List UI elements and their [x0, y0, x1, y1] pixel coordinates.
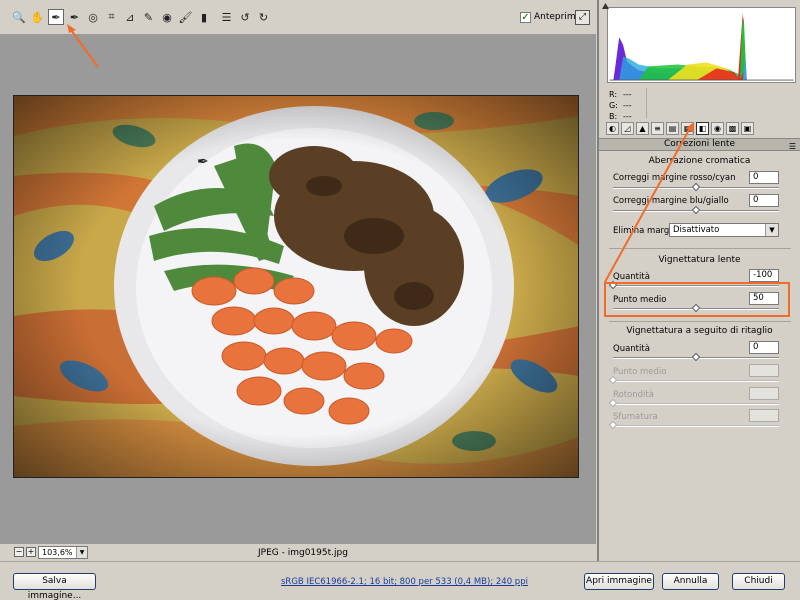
- blue-value: ---: [623, 112, 632, 121]
- tab-detail-icon[interactable]: ▲: [636, 122, 649, 135]
- red-eye-tool-icon[interactable]: ◉: [159, 9, 175, 25]
- postcrop-amount-label: Quantità: [613, 344, 650, 354]
- divider: [646, 88, 647, 118]
- toolbar: 🔍 ✋ ✒ ✒ ◎ ⌗ ⊿ ✎ ◉ 🖌 ▮ ☰ ↺ ↻ ✓ Anteprima ⤢: [0, 0, 596, 34]
- postcrop-midpoint-input: [749, 364, 779, 377]
- section-title: Correzioni lente: [664, 139, 735, 149]
- defringe-value: Disattivato: [673, 225, 720, 235]
- defringe-select[interactable]: Disattivato ▼: [669, 223, 779, 237]
- slider-thumb: [608, 375, 618, 385]
- tab-split-toning-icon[interactable]: ▤: [666, 122, 679, 135]
- post-crop-vignetting-title: Vignettatura a seguito di ritaglio: [626, 326, 773, 336]
- blue-yellow-label: Correggi margine blu/giallo: [613, 196, 729, 206]
- svg-text:✒: ✒: [197, 154, 209, 170]
- open-image-button[interactable]: Apri immagine: [584, 573, 654, 590]
- tab-tone-curve-icon[interactable]: ◿: [621, 122, 634, 135]
- vignette-amount-label: Quantità: [613, 272, 650, 282]
- preview-image: ✒: [13, 95, 579, 478]
- triangle-up-icon[interactable]: [602, 3, 609, 10]
- adjustments-panel: R: --- G: --- B: --- ◐ ◿ ▲ ≡ ▤ ▦ ◧ ◉ ▩ ▣ Co…: [597, 0, 800, 561]
- section-header: Correzioni lente ☰: [599, 138, 800, 151]
- tab-lens-corrections-active-icon[interactable]: ◧: [696, 122, 709, 135]
- vignette-midpoint-slider[interactable]: [613, 303, 779, 313]
- red-cyan-input[interactable]: 0: [749, 171, 779, 184]
- tab-camera-calibration-icon[interactable]: ◉: [711, 122, 724, 135]
- chevron-down-icon: ▼: [76, 547, 87, 558]
- tab-hsl-icon[interactable]: ≡: [651, 122, 664, 135]
- fullscreen-toggle-icon[interactable]: ⤢: [575, 10, 590, 25]
- workflow-options-link[interactable]: sRGB IEC61966-2.1; 16 bit; 800 per 533 (…: [281, 577, 528, 587]
- postcrop-feather-slider: [608, 420, 779, 430]
- status-bar: − + 103,6% ▼ JPEG - img0195t.jpg: [0, 544, 596, 561]
- tab-basic-icon[interactable]: ◐: [606, 122, 619, 135]
- postcrop-roundness-label: Rotondità: [613, 390, 654, 400]
- target-adjustment-tool-icon[interactable]: ◎: [85, 9, 101, 25]
- zoom-tool-icon[interactable]: 🔍: [11, 9, 27, 25]
- tab-snapshots-icon[interactable]: ▣: [741, 122, 754, 135]
- zoom-out-button[interactable]: −: [14, 547, 24, 557]
- postcrop-midpoint-label: Punto medio: [613, 367, 667, 377]
- vignette-midpoint-input[interactable]: 50: [749, 292, 779, 305]
- preview-checkbox[interactable]: ✓: [520, 12, 531, 23]
- adjustment-brush-tool-icon[interactable]: 🖌: [178, 9, 194, 25]
- zoom-level-value: 103,6%: [42, 548, 73, 557]
- chevron-down-icon: ▼: [765, 224, 778, 236]
- crop-tool-icon[interactable]: ⌗: [104, 9, 120, 25]
- bottom-bar: Salva immagine... sRGB IEC61966-2.1; 16 …: [0, 561, 800, 600]
- slider-thumb[interactable]: [691, 182, 701, 192]
- slider-thumb: [608, 398, 618, 408]
- preferences-tool-icon[interactable]: ☰: [219, 9, 235, 25]
- postcrop-amount-input[interactable]: 0: [749, 341, 779, 354]
- divider: [609, 321, 791, 322]
- blue-yellow-input[interactable]: 0: [749, 194, 779, 207]
- zoom-level-select[interactable]: 103,6% ▼: [38, 546, 88, 559]
- blue-yellow-slider[interactable]: [613, 205, 779, 215]
- file-name: JPEG - img0195t.jpg: [258, 548, 348, 558]
- red-value: ---: [623, 90, 632, 99]
- divider: [609, 248, 791, 249]
- lens-vignetting-title: Vignettatura lente: [658, 255, 741, 265]
- vignette-midpoint-label: Punto medio: [613, 295, 667, 305]
- done-button[interactable]: Chiudi: [732, 573, 785, 590]
- histogram: [607, 7, 796, 83]
- hand-tool-icon[interactable]: ✋: [30, 9, 46, 25]
- red-cyan-label: Correggi margine rosso/cyan: [613, 173, 736, 183]
- tab-lens-corrections-icon[interactable]: ▦: [681, 122, 694, 135]
- chromatic-aberration-title: Aberrazione cromatica: [648, 156, 751, 166]
- postcrop-roundness-input: [749, 387, 779, 400]
- spot-removal-tool-icon[interactable]: ✎: [141, 9, 157, 25]
- green-value: ---: [623, 101, 632, 110]
- white-balance-tool-icon[interactable]: ✒: [48, 9, 64, 25]
- save-image-button[interactable]: Salva immagine...: [13, 573, 96, 600]
- slider-thumb: [608, 420, 618, 430]
- postcrop-feather-label: Sfumatura: [613, 412, 658, 422]
- postcrop-feather-input: [749, 409, 779, 422]
- postcrop-midpoint-slider: [608, 375, 779, 385]
- postcrop-roundness-slider: [608, 398, 779, 408]
- rotate-right-tool-icon[interactable]: ↻: [256, 9, 272, 25]
- cancel-button[interactable]: Annulla: [662, 573, 719, 590]
- slider-thumb[interactable]: [691, 352, 701, 362]
- red-cyan-slider[interactable]: [613, 182, 779, 192]
- zoom-in-button[interactable]: +: [26, 547, 36, 557]
- color-sampler-tool-icon[interactable]: ✒: [67, 9, 83, 25]
- tab-presets-icon[interactable]: ▩: [726, 122, 739, 135]
- rgb-readout: R: --- G: --- B: ---: [609, 89, 637, 122]
- slider-thumb[interactable]: [691, 205, 701, 215]
- menu-icon[interactable]: ☰: [789, 141, 796, 152]
- vignette-amount-input[interactable]: -100: [749, 269, 779, 282]
- graduated-filter-tool-icon[interactable]: ▮: [196, 9, 212, 25]
- postcrop-amount-slider[interactable]: [613, 352, 779, 362]
- image-canvas[interactable]: ✒: [0, 34, 596, 544]
- straighten-tool-icon[interactable]: ⊿: [122, 9, 138, 25]
- rotate-left-tool-icon[interactable]: ↺: [237, 9, 253, 25]
